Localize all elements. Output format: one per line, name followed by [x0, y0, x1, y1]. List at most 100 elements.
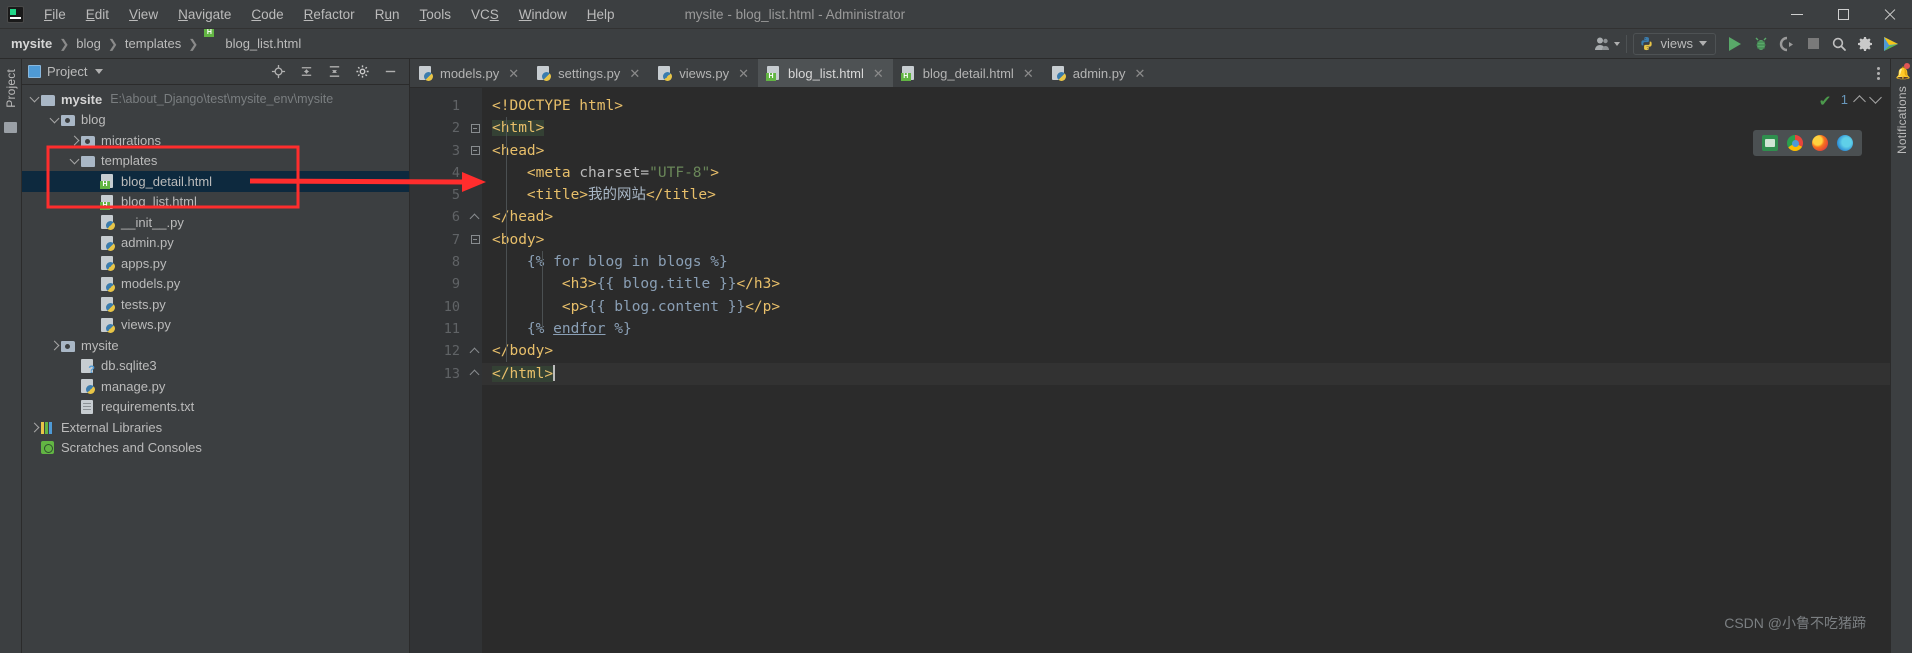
editor-tab-settings-py[interactable]: settings.py ✕: [528, 59, 649, 87]
close-icon[interactable]: ✕: [738, 67, 749, 80]
tree-item-admin-py[interactable]: admin.py: [22, 233, 409, 254]
menu-item-file[interactable]: File: [34, 4, 76, 25]
chevron-down-icon[interactable]: [68, 154, 81, 166]
code-line[interactable]: <!DOCTYPE html>: [482, 95, 1890, 117]
tree-item-external-libraries[interactable]: External Libraries: [22, 417, 409, 438]
gear-icon[interactable]: [349, 59, 375, 85]
code-text[interactable]: <!DOCTYPE html> <html> <head> <meta charse…: [482, 88, 1890, 653]
tree-item-tests-py[interactable]: tests.py: [22, 294, 409, 315]
bell-icon[interactable]: [1896, 63, 1910, 76]
close-icon[interactable]: ✕: [873, 67, 884, 80]
code-line[interactable]: </body>: [482, 340, 1890, 362]
firefox-browser-icon[interactable]: [1812, 135, 1828, 151]
breadcrumb-item-mysite[interactable]: mysite: [6, 34, 57, 53]
tree-item-requirements-txt[interactable]: requirements.txt: [22, 397, 409, 418]
tree-item-apps-py[interactable]: apps.py: [22, 253, 409, 274]
menu-item-view[interactable]: View: [119, 4, 168, 25]
chevron-up-icon[interactable]: [1853, 95, 1866, 108]
menu-item-window[interactable]: Window: [509, 4, 577, 25]
menu-item-tools[interactable]: Tools: [409, 4, 461, 25]
code-fold-toggle[interactable]: [468, 340, 482, 362]
edge-browser-icon[interactable]: [1837, 135, 1853, 151]
ie-browser-icon[interactable]: [1762, 135, 1778, 151]
chrome-browser-icon[interactable]: [1787, 135, 1803, 151]
jetbrains-toolbox-icon[interactable]: [1878, 31, 1904, 57]
code-line[interactable]: <body>: [482, 229, 1890, 251]
tree-item-blog[interactable]: blog: [22, 110, 409, 131]
chevron-down-icon[interactable]: [1869, 91, 1882, 104]
minimize-button[interactable]: [1774, 0, 1820, 29]
run-configuration-selector[interactable]: views: [1633, 32, 1716, 55]
editor-tab-blog-detail-html[interactable]: blog_detail.html ✕: [893, 59, 1043, 87]
tree-item-mysite[interactable]: mysite E:\about_Django\test\mysite_env\my…: [22, 89, 409, 110]
code-fold-toggle[interactable]: [468, 363, 482, 385]
tree-item-scratches-and-consoles[interactable]: Scratches and Consoles: [22, 438, 409, 459]
code-line[interactable]: <head>: [482, 140, 1890, 162]
code-fold-toggle[interactable]: [468, 140, 482, 162]
menu-item-refactor[interactable]: Refactor: [294, 4, 365, 25]
menu-item-navigate[interactable]: Navigate: [168, 4, 241, 25]
code-fold-toggle[interactable]: [468, 206, 482, 228]
chevron-right-icon[interactable]: [28, 422, 41, 433]
chevron-down-icon[interactable]: [48, 113, 61, 125]
tree-item-views-py[interactable]: views.py: [22, 315, 409, 336]
collapse-all-icon[interactable]: [321, 59, 347, 85]
editor-tab-models-py[interactable]: models.py ✕: [410, 59, 528, 87]
close-icon[interactable]: ✕: [1023, 67, 1034, 80]
coverage-button[interactable]: [1774, 31, 1800, 57]
code-folding-column[interactable]: [468, 88, 482, 653]
search-everywhere-button[interactable]: [1826, 31, 1852, 57]
tree-item-db-sqlite3[interactable]: db.sqlite3: [22, 356, 409, 377]
code-line[interactable]: <title>我的网站</title>: [482, 184, 1890, 206]
settings-button[interactable]: [1852, 31, 1878, 57]
menu-item-run[interactable]: Run: [365, 4, 410, 25]
tree-item-templates[interactable]: templates: [22, 151, 409, 172]
chevron-down-icon[interactable]: [28, 92, 41, 104]
code-fold-toggle[interactable]: [468, 117, 482, 139]
run-button[interactable]: [1722, 31, 1748, 57]
stop-button[interactable]: [1800, 31, 1826, 57]
editor-tab-blog-list-html[interactable]: blog_list.html ✕: [757, 59, 893, 87]
tool-window-button-project[interactable]: Project: [4, 69, 18, 108]
editor-tab-views-py[interactable]: views.py ✕: [649, 59, 758, 87]
menu-item-help[interactable]: Help: [577, 4, 625, 25]
code-line[interactable]: <html>: [482, 117, 1890, 139]
tree-item-blog-detail-html[interactable]: blog_detail.html: [22, 171, 409, 192]
inspection-widget[interactable]: 1: [1819, 91, 1882, 108]
code-line[interactable]: <h3>{{ blog.title }}</h3>: [482, 273, 1890, 295]
close-icon[interactable]: ✕: [508, 67, 519, 80]
chevron-down-icon[interactable]: [95, 69, 104, 74]
code-line[interactable]: </html>: [482, 362, 1890, 385]
code-line[interactable]: <p>{{ blog.content }}</p>: [482, 296, 1890, 318]
hide-panel-icon[interactable]: [377, 59, 403, 85]
tree-item-models-py[interactable]: models.py: [22, 274, 409, 295]
close-icon[interactable]: ✕: [629, 67, 640, 80]
structure-tool-icon[interactable]: [4, 121, 17, 133]
menu-item-edit[interactable]: Edit: [76, 4, 119, 25]
menu-item-vcs[interactable]: VCS: [461, 4, 509, 25]
more-options-icon[interactable]: [1867, 59, 1890, 87]
code-editor[interactable]: 1 2 3 4 5 6 7 8 9 10 11 12 13 <!DOCTYPE html> <html> <…: [410, 88, 1890, 653]
tree-item-mysite[interactable]: mysite: [22, 335, 409, 356]
browser-preview-popup[interactable]: [1753, 130, 1862, 156]
user-account-icon[interactable]: [1594, 31, 1621, 57]
code-line[interactable]: {% for blog in blogs %}: [482, 251, 1890, 273]
breadcrumb-item-blog[interactable]: blog: [71, 34, 106, 53]
tree-item-blog-list-html[interactable]: blog_list.html: [22, 192, 409, 213]
code-line[interactable]: {% endfor %}: [482, 318, 1890, 340]
tree-item-manage-py[interactable]: manage.py: [22, 376, 409, 397]
code-fold-toggle[interactable]: [468, 229, 482, 251]
target-locate-icon[interactable]: [265, 59, 291, 85]
maximize-button[interactable]: [1820, 0, 1866, 29]
debug-button[interactable]: [1748, 31, 1774, 57]
close-icon[interactable]: ✕: [1134, 67, 1145, 80]
chevron-right-icon[interactable]: [48, 340, 61, 351]
code-line[interactable]: </head>: [482, 206, 1890, 228]
tool-window-button-notifications[interactable]: Notifications: [1895, 86, 1909, 154]
close-button[interactable]: [1866, 0, 1912, 29]
tree-item-migrations[interactable]: migrations: [22, 130, 409, 151]
expand-all-icon[interactable]: [293, 59, 319, 85]
breadcrumb-item-templates[interactable]: templates: [120, 34, 186, 53]
breadcrumb-item-blog-list-html[interactable]: blog_list.html: [200, 34, 306, 53]
code-line[interactable]: <meta charset="UTF-8">: [482, 162, 1890, 184]
